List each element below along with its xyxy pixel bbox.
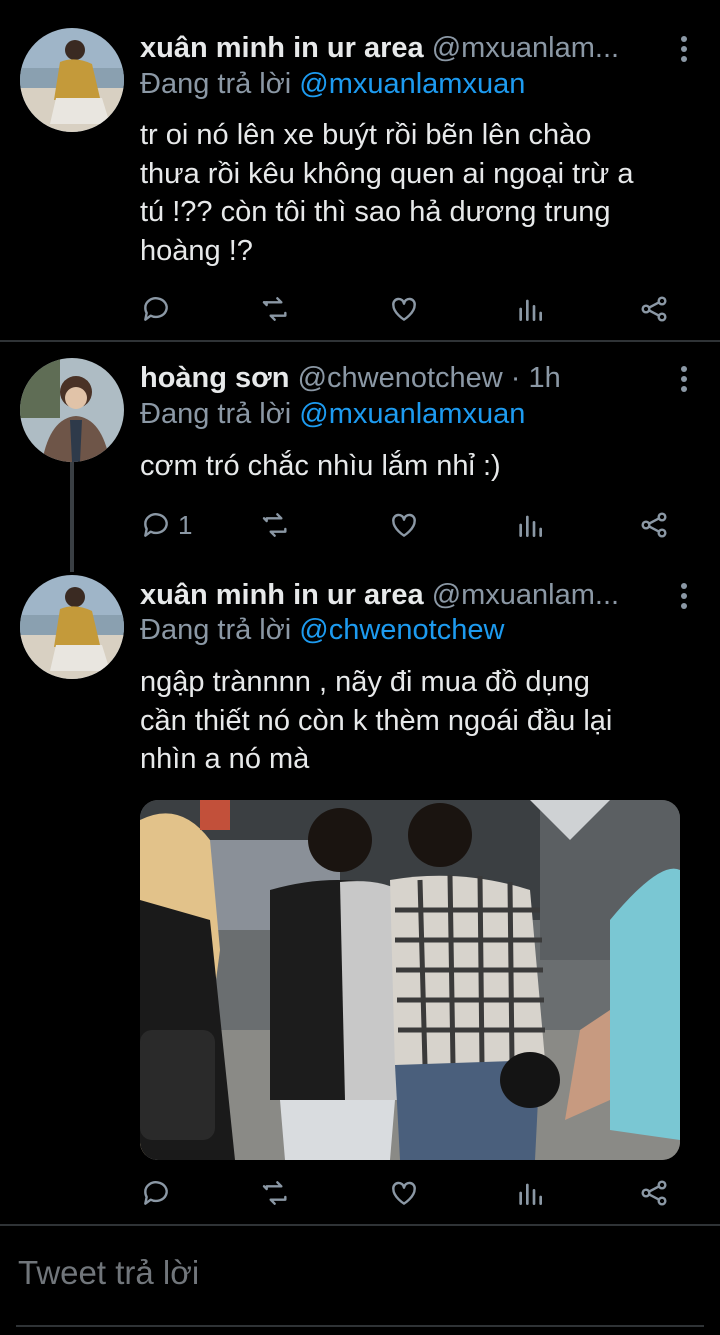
share-button[interactable] — [638, 289, 670, 329]
tweet-header: hoàng sơn @chwenotchew · 1h — [140, 358, 670, 398]
reply-composer: Tweet trả lời — [0, 1240, 720, 1335]
retweet-icon — [262, 1181, 287, 1205]
like-icon — [392, 513, 416, 537]
analytics-button[interactable] — [514, 1173, 546, 1213]
share-icon — [641, 512, 667, 538]
avatar[interactable] — [20, 28, 124, 132]
share-icon — [641, 296, 667, 322]
analytics-icon — [519, 1183, 542, 1205]
reply-icon — [144, 513, 168, 537]
reply-input-underline — [16, 1325, 704, 1327]
mention-link[interactable]: @chwenotchew — [299, 614, 504, 646]
tweet-actions — [140, 1173, 680, 1213]
tweet-text: ngập trànnnn , nãy đi mua đồ dụng cần th… — [140, 666, 613, 775]
display-name[interactable]: hoàng sơn — [140, 362, 290, 394]
more-icon[interactable] — [678, 36, 690, 66]
analytics-icon — [519, 299, 542, 321]
avatar[interactable] — [20, 358, 124, 462]
tweet-header: xuân minh in ur area @mxuanlam... — [140, 575, 670, 615]
like-button[interactable] — [388, 289, 420, 329]
mention-link[interactable]: @mxuanlamxuan — [299, 68, 525, 100]
tweet-actions: 1 — [140, 505, 680, 545]
user-handle[interactable]: @mxuanlam... — [432, 579, 619, 611]
reply-icon — [144, 297, 168, 321]
mention-link[interactable]: @mxuanlamxuan — [299, 398, 525, 430]
share-button[interactable] — [638, 505, 670, 545]
tweet-text: tr oi nó lên xe buýt rồi bẽn lên chào th… — [140, 119, 634, 267]
tweet-text: cơm tró chắc nhìu lắm nhỉ :) — [140, 450, 501, 482]
reply-button[interactable]: 1 — [140, 505, 192, 545]
tweet-photo[interactable] — [140, 800, 680, 1160]
replying-to: Đang trả lời @mxuanlamxuan — [140, 398, 526, 430]
retweet-button[interactable] — [260, 1173, 292, 1213]
share-icon — [641, 1180, 667, 1206]
retweet-button[interactable] — [260, 289, 292, 329]
like-button[interactable] — [388, 505, 420, 545]
divider — [0, 1224, 720, 1226]
replying-to: Đang trả lời @mxuanlamxuan — [140, 68, 526, 100]
more-icon[interactable] — [678, 583, 690, 613]
avatar[interactable] — [20, 575, 124, 679]
user-handle[interactable]: @mxuanlam... — [432, 32, 619, 64]
analytics-button[interactable] — [514, 289, 546, 329]
tweet-actions — [140, 289, 680, 329]
retweet-icon — [262, 513, 287, 537]
thread-line — [70, 462, 74, 572]
display-name[interactable]: xuân minh in ur area — [140, 32, 424, 64]
share-button[interactable] — [638, 1173, 670, 1213]
like-button[interactable] — [388, 1173, 420, 1213]
divider — [0, 340, 720, 342]
display-name[interactable]: xuân minh in ur area — [140, 579, 424, 611]
reply-button[interactable] — [140, 1173, 178, 1213]
replying-to: Đang trả lời @chwenotchew — [140, 614, 505, 646]
reply-icon — [144, 1181, 168, 1205]
reply-count: 1 — [178, 509, 193, 540]
user-handle[interactable]: @chwenotchew · 1h — [298, 362, 561, 394]
like-icon — [392, 1181, 416, 1205]
analytics-button[interactable] — [514, 505, 546, 545]
retweet-button[interactable] — [260, 505, 292, 545]
reply-button[interactable] — [140, 289, 178, 329]
tweet-header: xuân minh in ur area @mxuanlam... — [140, 28, 670, 68]
like-icon — [392, 297, 416, 321]
more-icon[interactable] — [678, 366, 690, 396]
retweet-icon — [260, 297, 292, 321]
analytics-icon — [519, 515, 542, 537]
reply-input[interactable]: Tweet trả lời — [18, 1254, 199, 1292]
